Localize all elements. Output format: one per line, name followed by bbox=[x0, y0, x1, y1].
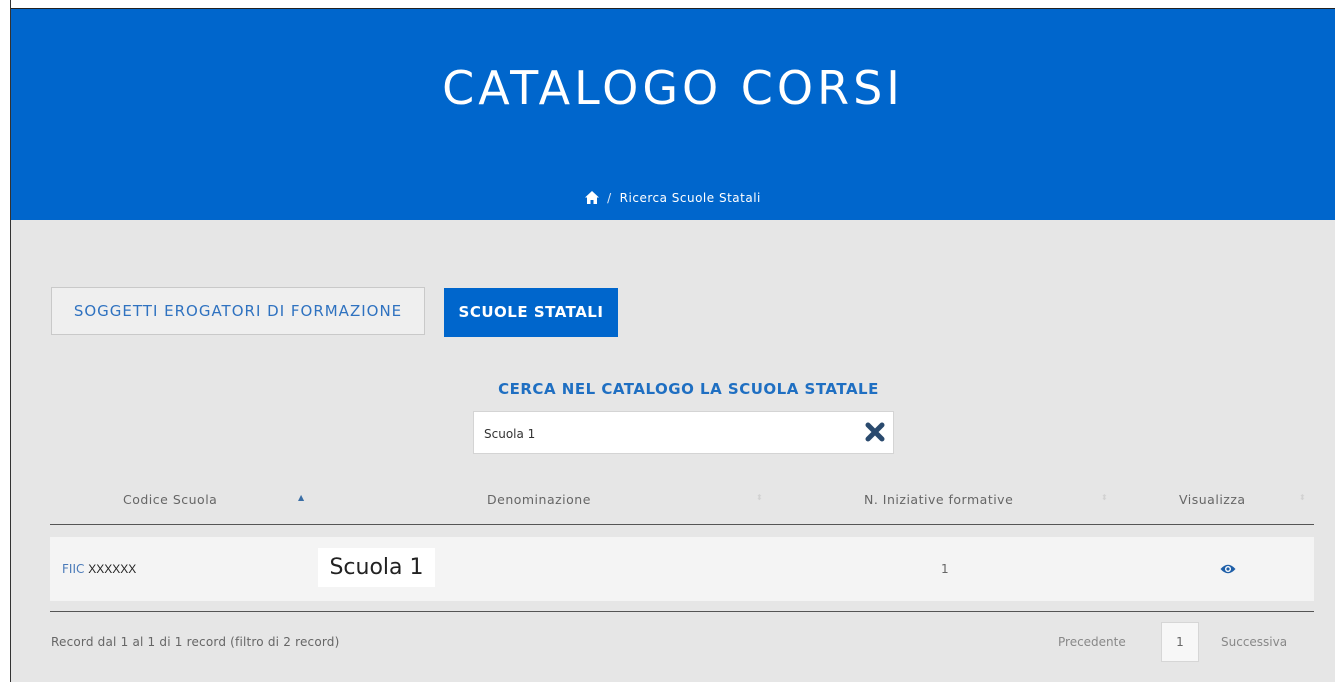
school-code: FIIC XXXXXX bbox=[62, 562, 136, 576]
iniziative-count: 1 bbox=[941, 562, 949, 576]
tab-scuole-statali[interactable]: SCUOLE STATALI bbox=[444, 288, 618, 337]
tab-soggetti-erogatori[interactable]: SOGGETTI EROGATORI DI FORMAZIONE bbox=[51, 287, 425, 335]
school-code-prefix: FIIC bbox=[62, 562, 85, 576]
sort-ascending-icon[interactable]: ▲ bbox=[298, 493, 304, 502]
search-input[interactable] bbox=[484, 424, 844, 444]
home-icon[interactable] bbox=[585, 191, 600, 207]
page-header: CATALOGO CORSI / Ricerca Scuole Statali bbox=[11, 8, 1335, 221]
school-code-value: XXXXXX bbox=[88, 562, 137, 576]
pagination-previous[interactable]: Precedente bbox=[1058, 635, 1126, 649]
table-row: FIIC XXXXXX Scuola 1 1 bbox=[50, 537, 1314, 601]
breadcrumb: / Ricerca Scuole Statali bbox=[11, 191, 1335, 207]
pagination-next[interactable]: Successiva bbox=[1221, 635, 1287, 649]
column-header-iniziative[interactable]: N. Iniziative formative bbox=[864, 492, 1013, 507]
sort-icon[interactable]: ⬍ bbox=[756, 493, 763, 502]
school-name: Scuola 1 bbox=[318, 548, 435, 587]
table-header-divider bbox=[50, 524, 1314, 525]
search-field bbox=[473, 411, 894, 454]
column-header-visualizza[interactable]: Visualizza bbox=[1179, 492, 1246, 507]
sort-icon[interactable]: ⬍ bbox=[1101, 493, 1108, 502]
breadcrumb-separator: / bbox=[607, 191, 612, 205]
breadcrumb-current: Ricerca Scuole Statali bbox=[619, 191, 761, 205]
page-title: CATALOGO CORSI bbox=[442, 61, 904, 115]
records-summary: Record dal 1 al 1 di 1 record (filtro di… bbox=[51, 635, 340, 649]
eye-icon[interactable] bbox=[1220, 560, 1236, 579]
main-content: SOGGETTI EROGATORI DI FORMAZIONE SCUOLE … bbox=[11, 220, 1335, 682]
pagination-page-1[interactable]: 1 bbox=[1161, 622, 1199, 662]
column-header-denominazione[interactable]: Denominazione bbox=[487, 492, 591, 507]
clear-search-icon[interactable] bbox=[865, 422, 885, 442]
sort-icon[interactable]: ⬍ bbox=[1299, 493, 1306, 502]
search-label: CERCA NEL CATALOGO LA SCUOLA STATALE bbox=[498, 380, 879, 398]
table-bottom-divider bbox=[50, 611, 1314, 612]
column-header-codice-scuola[interactable]: Codice Scuola bbox=[123, 492, 217, 507]
